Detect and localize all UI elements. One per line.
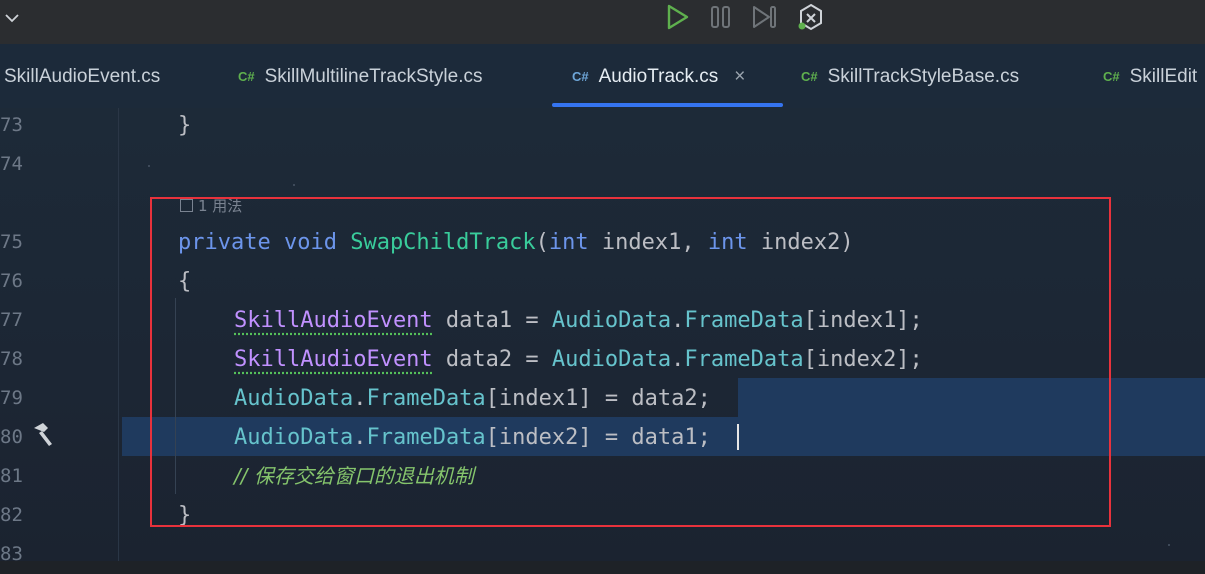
tab-skill-track-style-base[interactable]: C# SkillTrackStyleBase.cs (801, 44, 1019, 108)
line-number: 79 (0, 379, 20, 418)
background-dot (1168, 544, 1170, 546)
tab-label: SkillAudioEvent.cs (4, 66, 160, 87)
main-toolbar (0, 0, 1205, 44)
line-number: 74 (0, 145, 20, 184)
code-line-73: } (178, 106, 191, 145)
line-number: 82 (0, 496, 20, 535)
tab-label: SkillMultilineTrackStyle.cs (265, 66, 483, 87)
background-dot (293, 184, 295, 186)
close-icon[interactable]: × (734, 44, 745, 110)
csharp-file-icon: C# (238, 69, 255, 84)
chevron-down-icon[interactable] (4, 10, 20, 26)
tab-label: AudioTrack.cs (599, 66, 719, 87)
tab-audio-track[interactable]: C# AudioTrack.cs × (572, 44, 745, 108)
tab-skill-audio-event[interactable]: SkillAudioEvent.cs (4, 44, 160, 108)
editor-tab-bar: SkillAudioEvent.cs C# SkillMultilineTrack… (0, 44, 1205, 108)
tab-skill-edit[interactable]: C# SkillEdit (1103, 44, 1197, 108)
active-tab-indicator (552, 103, 783, 107)
line-number: 81 (0, 457, 20, 496)
tab-skill-multiline-track-style[interactable]: C# SkillMultilineTrackStyle.cs (238, 44, 482, 108)
line-number: 76 (0, 262, 20, 301)
csharp-file-icon: C# (801, 69, 818, 84)
annotation-highlight-box (150, 197, 1111, 527)
line-number: 83 (0, 535, 20, 574)
line-number: 78 (0, 340, 20, 379)
csharp-file-icon: C# (572, 69, 589, 84)
pause-icon[interactable] (706, 2, 736, 32)
line-number: 73 (0, 106, 20, 145)
run-icon[interactable] (662, 2, 692, 32)
tab-label: SkillEdit (1130, 66, 1198, 87)
background-dot (148, 165, 150, 167)
line-number: 80 (0, 418, 20, 457)
hammer-icon[interactable] (30, 421, 56, 447)
code-editor[interactable]: 73 74 75 76 77 78 79 80 81 82 83 1 用法 } … (0, 108, 1205, 561)
csharp-file-icon: C# (1103, 69, 1120, 84)
line-number: 75 (0, 223, 20, 262)
tab-label: SkillTrackStyleBase.cs (828, 66, 1019, 87)
gutter-separator (118, 108, 119, 561)
debugger-icon[interactable] (796, 2, 826, 32)
step-icon[interactable] (750, 2, 780, 32)
code-token: } (178, 113, 191, 138)
line-number: 77 (0, 301, 20, 340)
